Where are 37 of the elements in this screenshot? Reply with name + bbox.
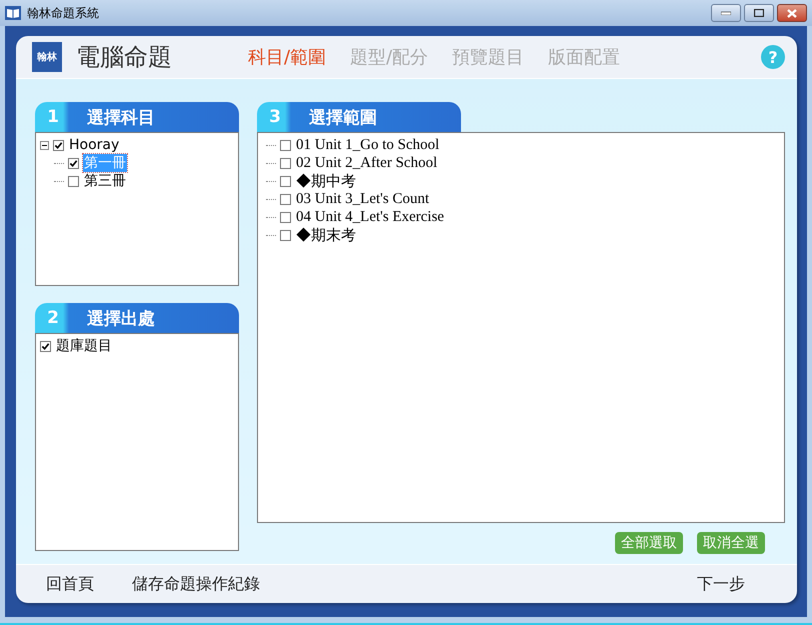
app-title: 電腦命題: [76, 42, 173, 73]
close-icon: [786, 8, 798, 18]
tree-item[interactable]: Hooray: [68, 137, 120, 153]
checkbox[interactable]: [280, 158, 291, 168]
tree-item[interactable]: 01 Unit 1_Go to School: [295, 136, 440, 154]
footer-link[interactable]: 儲存命題操作紀錄: [132, 574, 260, 594]
checkbox[interactable]: [68, 158, 79, 168]
checkbox[interactable]: [280, 194, 291, 204]
tree-item[interactable]: 第三冊: [83, 172, 127, 190]
tree-item[interactable]: ◆期中考: [295, 172, 357, 190]
panel-header: 1 選擇科目: [35, 102, 239, 132]
checkbox[interactable]: [280, 140, 291, 150]
checkbox[interactable]: [68, 176, 79, 186]
panel-header: 3 選擇範圍: [257, 102, 461, 132]
next-button[interactable]: 下一步: [697, 574, 745, 594]
book-icon: [5, 5, 21, 21]
checkbox[interactable]: [280, 212, 291, 222]
checkbox[interactable]: [280, 230, 291, 240]
tree-item[interactable]: 03 Unit 3_Let's Count: [295, 190, 430, 208]
logo: 翰林: [32, 42, 62, 72]
list-item[interactable]: 題庫題目: [55, 337, 113, 355]
window-title: 翰林命題系統: [27, 4, 99, 22]
step-tab[interactable]: 科目/範圍: [248, 45, 326, 69]
collapse-icon[interactable]: [40, 140, 49, 150]
footer-link[interactable]: 回首頁: [46, 574, 94, 594]
checkbox[interactable]: [280, 176, 291, 186]
tree-item[interactable]: 04 Unit 4_Let's Exercise: [295, 208, 446, 226]
minimize-icon: [721, 11, 731, 15]
maximize-button[interactable]: [744, 4, 774, 22]
panel-header: 2 選擇出處: [35, 303, 239, 333]
close-button[interactable]: [777, 4, 807, 22]
tree-item[interactable]: 02 Unit 2_After School: [295, 154, 438, 172]
checkbox[interactable]: [40, 340, 51, 352]
maximize-icon: [754, 9, 764, 17]
minimize-button[interactable]: [711, 4, 741, 22]
checkbox[interactable]: [53, 140, 64, 150]
tree-item[interactable]: ◆期末考: [295, 226, 357, 244]
